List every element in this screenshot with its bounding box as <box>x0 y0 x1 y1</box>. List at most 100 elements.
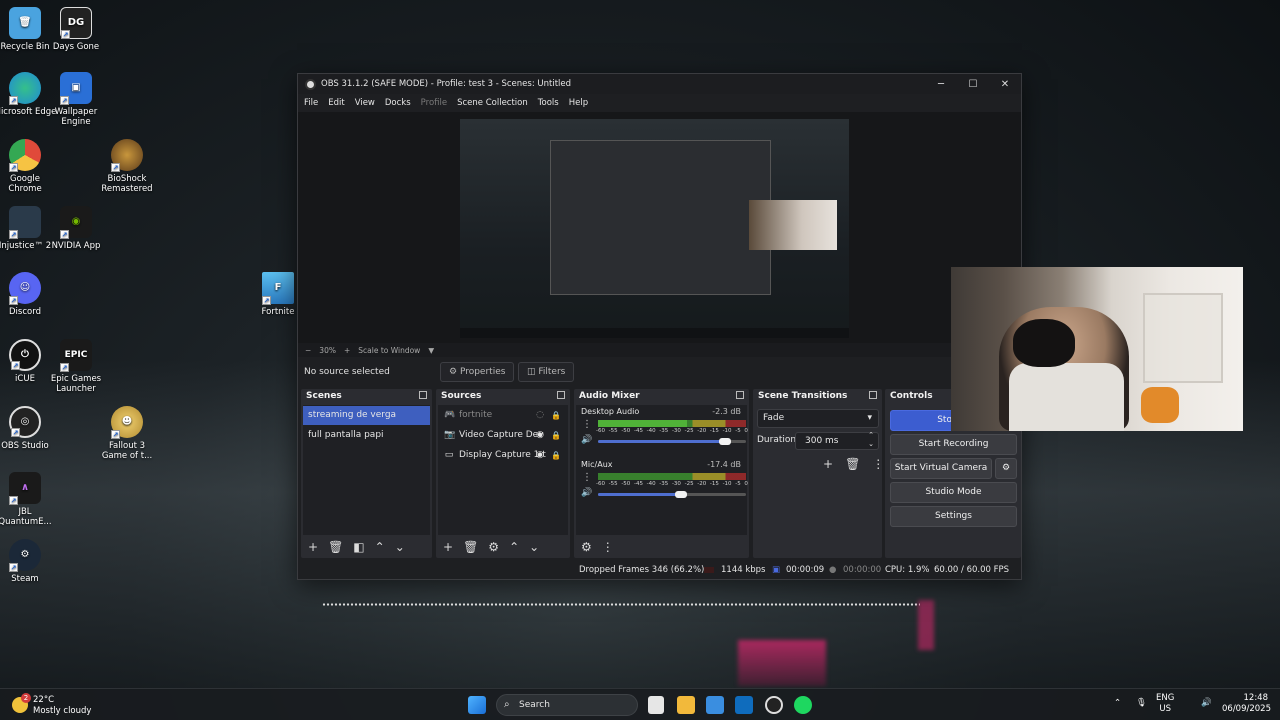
zoom-value: 30% <box>319 345 336 355</box>
undock-icon[interactable] <box>736 391 744 399</box>
desktop-icon-nvidia[interactable]: ◉ ↗ NVIDIA App <box>44 206 108 251</box>
source-item[interactable]: 🎮 fortnite ◌ 🔒 <box>438 405 568 425</box>
menu-edit[interactable]: Edit <box>328 98 344 108</box>
wallpaper-engine-icon: ▣ ↗ <box>60 72 92 105</box>
desktop-icon-days-gone[interactable]: DG ↗ Days Gone <box>44 7 108 52</box>
file-explorer-icon[interactable] <box>677 696 695 714</box>
speaker-icon[interactable]: 🔊 <box>581 435 592 445</box>
menu-file[interactable]: File <box>304 98 318 108</box>
desktop-icon-fallout[interactable]: ☻ ↗ Fallout 3 Game of t... <box>95 406 159 461</box>
undock-icon[interactable] <box>869 391 877 399</box>
windows-start-icon[interactable] <box>468 696 486 714</box>
add-icon[interactable]: + <box>823 457 833 471</box>
settings-button[interactable]: Settings <box>890 506 1017 527</box>
obs-taskbar-icon[interactable] <box>765 696 783 714</box>
menu-docks[interactable]: Docks <box>385 98 411 108</box>
gamepad-icon: 🎮 <box>444 410 456 420</box>
obs-titlebar[interactable]: OBS 31.1.2 (SAFE MODE) - Profile: test 3… <box>298 74 1021 94</box>
maximize-icon[interactable]: ☐ <box>957 79 989 90</box>
menu-help[interactable]: Help <box>569 98 588 108</box>
trash-icon[interactable]: 🗑 <box>463 540 478 554</box>
zoom-out-button[interactable]: − <box>305 346 311 355</box>
stream-time: 00:00:09 <box>786 565 825 575</box>
scene-item[interactable]: full pantalla papi <box>303 426 430 445</box>
add-icon[interactable]: + <box>308 540 318 554</box>
studio-mode-button[interactable]: Studio Mode <box>890 482 1017 503</box>
lock-icon[interactable]: 🔒 <box>551 411 561 420</box>
close-icon[interactable]: ✕ <box>989 79 1021 90</box>
chevron-down-icon[interactable]: ⌄ <box>395 540 405 554</box>
taskbar-search[interactable]: ⌕ Search <box>496 694 638 716</box>
properties-button[interactable]: ⚙ Properties <box>440 362 515 382</box>
epic-games-icon: EPIC ↗ <box>60 339 92 372</box>
gear-icon[interactable]: ⚙ <box>488 540 499 554</box>
fps: 60.00 / 60.00 FPS <box>934 565 1010 575</box>
desktop-icon-bioshock[interactable]: ↗ BioShock Remastered <box>95 139 159 194</box>
preview-canvas[interactable] <box>298 112 1021 343</box>
menu-scene-collection[interactable]: Scene Collection <box>457 98 528 108</box>
microphone-icon[interactable]: 🎙 <box>1136 698 1147 709</box>
more-icon[interactable]: ⋮ <box>582 419 592 430</box>
eye-hidden-icon[interactable]: ◌ <box>536 410 544 420</box>
duration-input[interactable]: 300 ms ⌃ ⌄ <box>795 431 879 450</box>
transition-value: Fade <box>763 413 785 423</box>
desktop-icon-steam[interactable]: ⚙ ↗ Steam <box>0 539 57 584</box>
filters-button[interactable]: ◫ Filters <box>518 362 575 382</box>
settings-icon[interactable]: ⚙ <box>581 540 592 554</box>
menu-tools[interactable]: Tools <box>538 98 559 108</box>
scene-item[interactable]: streaming de verga <box>303 406 430 425</box>
filter-icon[interactable]: ◧ <box>353 540 364 554</box>
eye-icon[interactable]: ◉ <box>536 450 544 460</box>
fortnite-icon: F ↗ <box>262 272 294 305</box>
undock-icon[interactable] <box>419 391 427 399</box>
filter-icon: ◫ <box>527 367 539 377</box>
lock-icon[interactable]: 🔒 <box>551 431 561 440</box>
desktop-icon-obs[interactable]: ◎ ↗ OBS Studio <box>0 406 57 451</box>
start-recording-button[interactable]: Start Recording <box>890 434 1017 455</box>
preview-image <box>460 119 849 338</box>
source-item[interactable]: ▭ Display Capture 1 t ◉ 🔒 <box>438 445 568 465</box>
language-indicator[interactable]: ENG US <box>1156 693 1174 715</box>
chevron-up-icon[interactable]: ⌃ <box>375 540 385 554</box>
lock-icon[interactable]: 🔒 <box>551 451 561 460</box>
virtual-camera-button[interactable]: Start Virtual Camera <box>890 458 992 479</box>
webcam-preview-window[interactable] <box>951 267 1243 431</box>
zoom-in-button[interactable]: + <box>344 346 350 355</box>
shirt-image <box>1009 363 1124 431</box>
desktop-icon-discord[interactable]: ☺ ↗ Discord <box>0 272 57 317</box>
desktop-icon-wallpaper-engine[interactable]: ▣ ↗ Wallpaper Engine <box>44 72 108 127</box>
chevron-up-icon[interactable]: ⌃ <box>1114 698 1121 709</box>
minimize-icon[interactable]: ─ <box>925 79 957 90</box>
desktop-icon-jbl[interactable]: ∧ ↗ JBL QuantumE... <box>0 472 57 527</box>
chevron-down-icon[interactable]: ⌄ <box>529 540 539 554</box>
mixer-title: Audio Mixer <box>574 389 749 404</box>
more-icon[interactable]: ⋮ <box>582 472 592 483</box>
volume-slider[interactable] <box>719 438 731 445</box>
transition-select[interactable]: Fade ▾ <box>757 409 879 428</box>
more-icon[interactable]: ⋮ <box>872 457 884 471</box>
desktop-icon-epic-games[interactable]: EPIC ↗ Epic Games Launcher <box>44 339 108 394</box>
trash-icon[interactable]: 🗑 <box>845 457 860 471</box>
menu-view[interactable]: View <box>355 98 375 108</box>
search-icon: ⌕ <box>504 699 510 710</box>
outlook-icon[interactable] <box>735 696 753 714</box>
volume-slider[interactable] <box>675 491 687 498</box>
trash-icon[interactable]: 🗑 <box>328 540 343 554</box>
spinner-icon[interactable]: ⌃ ⌄ <box>868 431 874 449</box>
undock-icon[interactable] <box>557 391 565 399</box>
spotify-icon[interactable] <box>794 696 812 714</box>
source-item[interactable]: 📷 Video Capture Dev ◉ 🔒 <box>438 425 568 445</box>
eye-icon[interactable]: ◉ <box>536 430 544 440</box>
microsoft-store-icon[interactable] <box>706 696 724 714</box>
more-icon[interactable]: ⋮ <box>602 540 614 554</box>
speaker-icon[interactable]: 🔊 <box>581 488 592 498</box>
volume-icon[interactable]: 🔊 <box>1201 698 1212 709</box>
gear-icon[interactable]: ⚙ <box>995 458 1017 479</box>
desktop-icon-chrome[interactable]: ↗ Google Chrome <box>0 139 57 194</box>
add-icon[interactable]: + <box>443 540 453 554</box>
transition-toolbar: + 🗑 ⋮ <box>823 457 884 471</box>
scale-dropdown-icon[interactable]: ▼ <box>428 346 434 355</box>
clock[interactable]: 12:48 06/09/2025 <box>1222 693 1271 715</box>
chevron-up-icon[interactable]: ⌃ <box>509 540 519 554</box>
task-view-icon[interactable] <box>648 696 664 714</box>
